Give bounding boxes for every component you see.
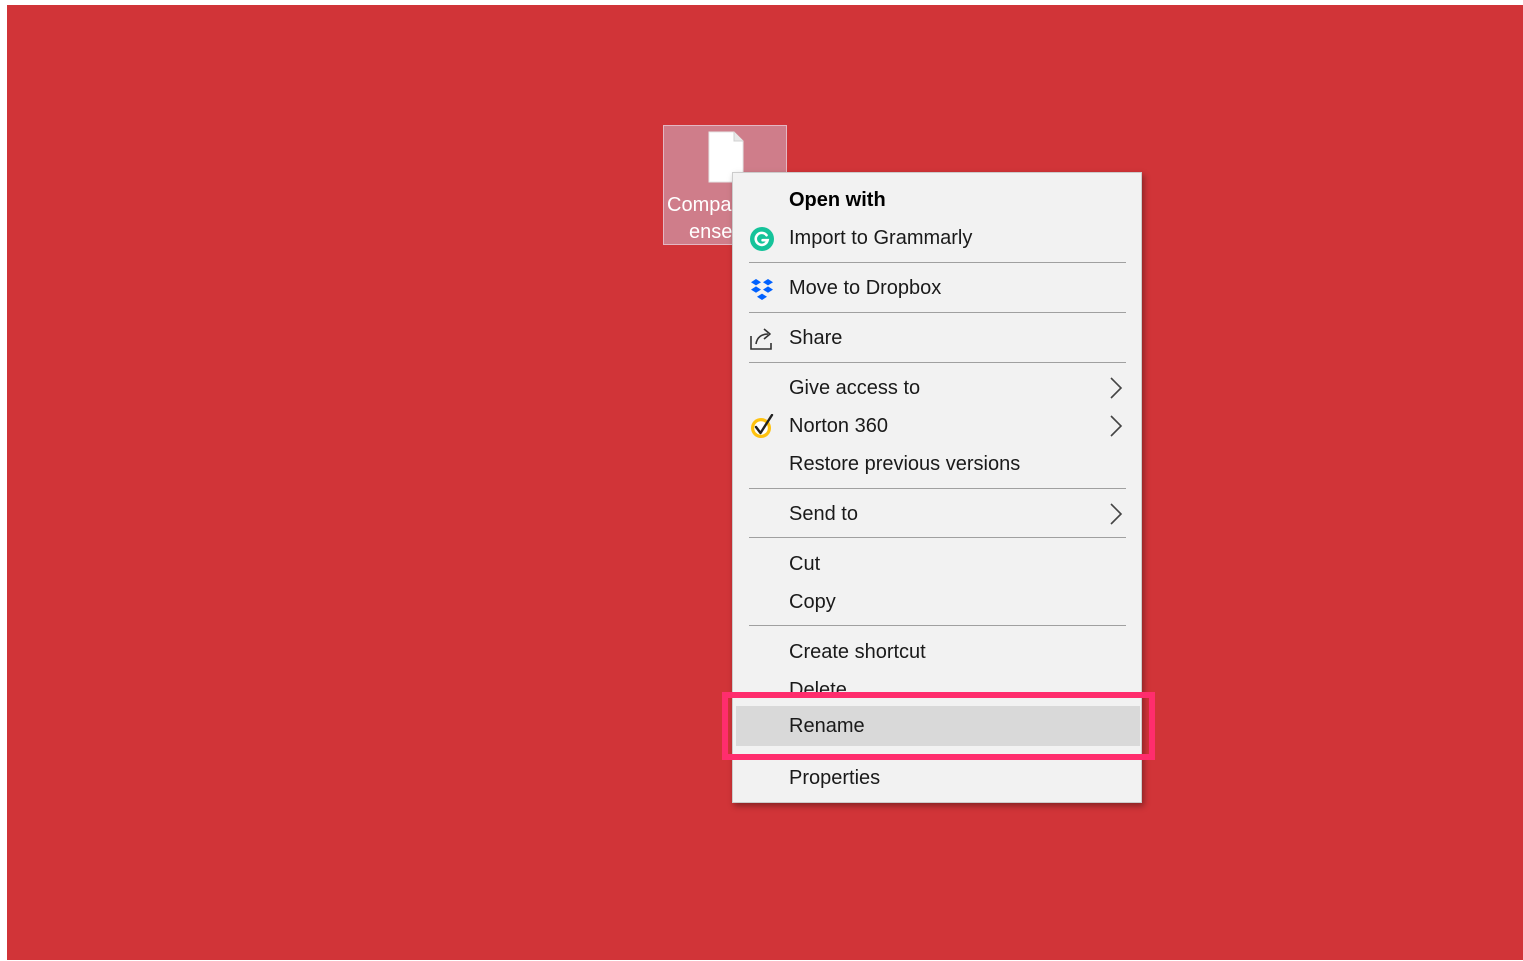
menu-item-move-to-dropbox[interactable]: Move to Dropbox (733, 269, 1141, 307)
norton-icon (751, 414, 774, 438)
menu-item-label: Move to Dropbox (789, 277, 942, 299)
menu-item-label: Copy (789, 591, 836, 613)
chevron-right-icon (1110, 503, 1123, 525)
menu-item-properties[interactable]: Properties (733, 759, 1141, 797)
menu-item-label: Open with (789, 189, 886, 211)
share-icon (750, 328, 772, 350)
menu-item-label: Cut (789, 553, 821, 575)
menu-item-label: Share (789, 327, 843, 349)
menu-item-label: Send to (789, 503, 858, 525)
menu-item-label: Restore previous versions (789, 453, 1021, 475)
rename-annotation-box (722, 692, 1155, 760)
menu-separator (749, 488, 1126, 489)
menu-item-label: Create shortcut (789, 641, 926, 663)
file-name-line1: Compa (667, 194, 732, 216)
grammarly-icon (750, 227, 774, 251)
menu-item-label: Properties (789, 767, 881, 789)
menu-item-cut[interactable]: Cut (733, 545, 1141, 583)
menu-item-import-to-grammarly[interactable]: Import to Grammarly (733, 219, 1141, 257)
menu-item-create-shortcut[interactable]: Create shortcut (733, 633, 1141, 671)
menu-separator (749, 312, 1126, 313)
menu-item-send-to[interactable]: Send to (733, 495, 1141, 533)
menu-item-give-access-to[interactable]: Give access to (733, 369, 1141, 407)
menu-item-norton-360[interactable]: Norton 360 (733, 407, 1141, 445)
dropbox-icon (751, 279, 773, 300)
menu-item-restore-previous-versions[interactable]: Restore previous versions (733, 445, 1141, 483)
menu-separator (749, 625, 1126, 626)
menu-separator (749, 262, 1126, 263)
menu-item-label: Import to Grammarly (789, 227, 973, 249)
chevron-right-icon (1110, 377, 1123, 399)
menu-item-label: Norton 360 (789, 415, 888, 437)
menu-item-open-with[interactable]: Open with (733, 181, 1141, 219)
menu-item-share[interactable]: Share (733, 319, 1141, 357)
menu-item-label: Give access to (789, 377, 921, 399)
menu-separator (749, 537, 1126, 538)
menu-separator (749, 362, 1126, 363)
menu-item-copy[interactable]: Copy (733, 583, 1141, 621)
chevron-right-icon (1110, 415, 1123, 437)
